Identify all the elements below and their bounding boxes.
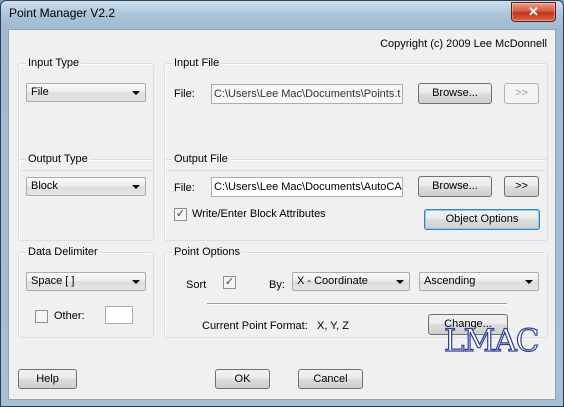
sort-by-value: X - Coordinate bbox=[297, 275, 368, 287]
output-file-expand-button[interactable]: >> bbox=[504, 176, 539, 197]
sort-checkbox[interactable]: ✓ bbox=[223, 276, 236, 289]
input-type-select[interactable]: File bbox=[26, 83, 146, 102]
point-options-group-label: Point Options bbox=[172, 246, 243, 258]
input-type-value: File bbox=[31, 86, 49, 98]
chevron-down-icon bbox=[396, 280, 404, 284]
point-format-value: X, Y, Z bbox=[317, 320, 350, 332]
title-bar[interactable]: Point Manager V2.2 ✕ bbox=[1, 1, 563, 29]
output-file-browse-button[interactable]: Browse... bbox=[418, 176, 492, 197]
other-delimiter-label: Other: bbox=[54, 310, 85, 322]
input-type-group-label: Input Type bbox=[26, 57, 82, 69]
input-file-expand-button[interactable]: >> bbox=[504, 83, 539, 104]
lmac-logo: LMAC bbox=[443, 323, 540, 359]
chevron-down-icon bbox=[132, 280, 140, 284]
delimiter-select[interactable]: Space [ ] bbox=[26, 272, 146, 291]
point-options-separator bbox=[207, 303, 507, 305]
output-type-group-label: Output Type bbox=[26, 153, 90, 165]
point-manager-window: Point Manager V2.2 ✕ Copyright (c) 2009 … bbox=[0, 0, 564, 407]
chevron-down-icon bbox=[525, 280, 533, 284]
delimiter-value: Space [ ] bbox=[31, 275, 75, 287]
sort-label: Sort bbox=[186, 279, 207, 291]
sort-order-value: Ascending bbox=[424, 275, 476, 287]
output-file-path[interactable]: C:\Users\Lee Mac\Documents\AutoCA bbox=[211, 177, 403, 197]
close-icon: ✕ bbox=[528, 4, 539, 19]
chevron-down-icon bbox=[132, 91, 140, 95]
input-file-group-label: Input File bbox=[172, 57, 222, 69]
sort-by-label: By: bbox=[269, 279, 285, 291]
help-button[interactable]: Help bbox=[18, 369, 77, 389]
other-delimiter-checkbox[interactable] bbox=[35, 310, 48, 323]
copyright-text: Copyright (c) 2009 Lee McDonnell bbox=[380, 38, 547, 50]
input-file-browse-button[interactable]: Browse... bbox=[418, 83, 492, 104]
close-button[interactable]: ✕ bbox=[511, 2, 556, 22]
input-file-path[interactable]: C:\Users\Lee Mac\Documents\Points.t bbox=[211, 84, 403, 104]
cancel-button[interactable]: Cancel bbox=[298, 369, 363, 389]
output-type-group: Output Type Block bbox=[18, 153, 154, 241]
chevron-down-icon bbox=[132, 185, 140, 189]
other-delimiter-input[interactable] bbox=[105, 306, 133, 324]
output-type-value: Block bbox=[31, 180, 58, 192]
output-file-field-label: File: bbox=[174, 182, 195, 194]
output-type-select[interactable]: Block bbox=[26, 177, 146, 196]
sort-order-select[interactable]: Ascending bbox=[419, 272, 539, 291]
data-delimiter-group: Data Delimiter Space [ ] Other: bbox=[18, 246, 154, 338]
point-format-label: Current Point Format: bbox=[202, 320, 308, 332]
block-attributes-checkbox[interactable]: ✓ bbox=[174, 208, 187, 221]
block-attributes-label: Write/Enter Block Attributes bbox=[192, 208, 326, 220]
object-options-button[interactable]: Object Options bbox=[424, 209, 540, 230]
ok-button[interactable]: OK bbox=[215, 369, 270, 389]
input-file-field-label: File: bbox=[174, 88, 195, 100]
check-icon: ✓ bbox=[175, 208, 186, 220]
sort-by-select[interactable]: X - Coordinate bbox=[292, 272, 410, 291]
check-icon: ✓ bbox=[224, 276, 235, 288]
output-file-group: Output File File: C:\Users\Lee Mac\Docum… bbox=[164, 153, 548, 241]
window-title: Point Manager V2.2 bbox=[9, 6, 116, 20]
data-delimiter-group-label: Data Delimiter bbox=[26, 246, 100, 258]
output-file-group-label: Output File bbox=[172, 153, 230, 165]
